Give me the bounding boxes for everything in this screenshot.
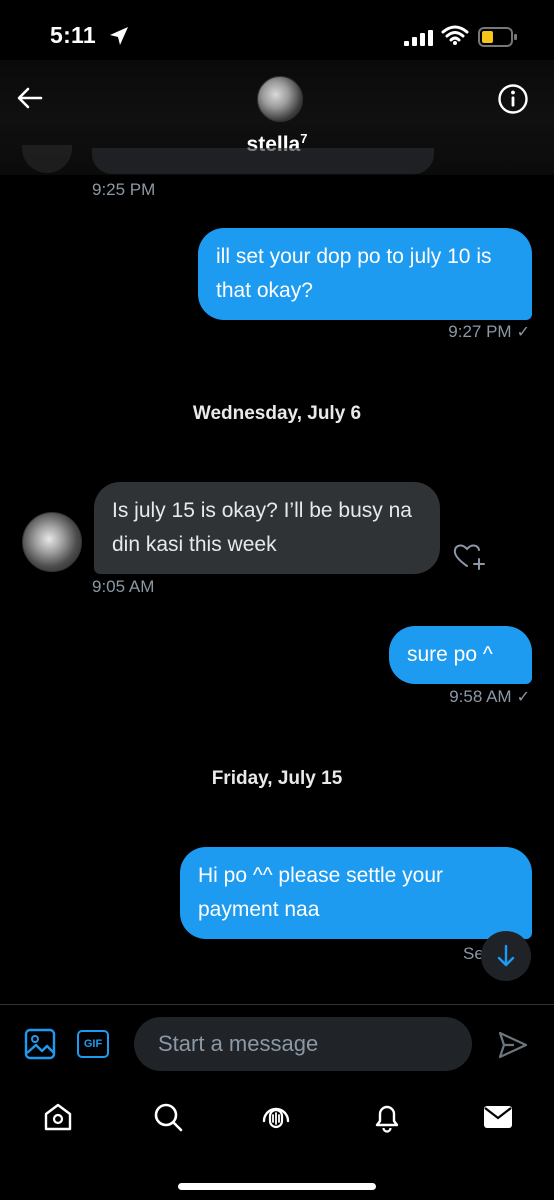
message-input[interactable] [134,1017,472,1071]
divider [0,1004,554,1005]
back-arrow-icon[interactable] [14,82,46,114]
sent-check-icon: ✓ [516,324,530,341]
outgoing-message[interactable]: sure po ^ [389,626,532,684]
heart-add-icon[interactable] [452,540,486,572]
contact-avatar[interactable] [257,76,303,122]
info-icon[interactable] [497,83,529,115]
wifi-icon [441,25,469,45]
sent-check-icon: ✓ [516,689,530,706]
gif-button[interactable]: GIF [77,1030,109,1058]
signal-icon [404,30,433,46]
date-separator: Wednesday, July 6 [192,403,362,424]
status-time: 5:11 [50,22,96,48]
battery-low-icon [478,27,517,47]
message-time: 9:25 PM [92,180,156,199]
previous-bubble-fragment [92,148,434,174]
messages-icon[interactable] [482,1101,514,1133]
outgoing-message[interactable]: ill set your dop po to july 10 is that o… [198,228,532,320]
location-arrow-icon [110,27,128,45]
notifications-icon[interactable] [371,1101,403,1133]
message-time: 9:05 AM [92,577,155,596]
send-icon[interactable] [497,1030,529,1060]
arrow-down-icon [497,944,515,967]
date-separator: Friday, July 15 [211,768,343,789]
image-icon[interactable] [24,1028,56,1060]
scroll-down-button[interactable] [481,931,531,981]
outgoing-message[interactable]: Hi po ^^ please settle your payment naa [180,847,532,939]
search-icon[interactable] [152,1101,184,1133]
incoming-message[interactable]: Is july 15 is okay? I’ll be busy na din … [94,482,440,574]
message-time: 9:27 PM ✓ [448,322,530,341]
home-icon[interactable] [42,1101,74,1133]
message-time: 9:58 AM ✓ [449,687,530,706]
contact-avatar[interactable] [22,512,82,572]
home-indicator [178,1183,376,1190]
spaces-icon[interactable] [258,1101,294,1135]
